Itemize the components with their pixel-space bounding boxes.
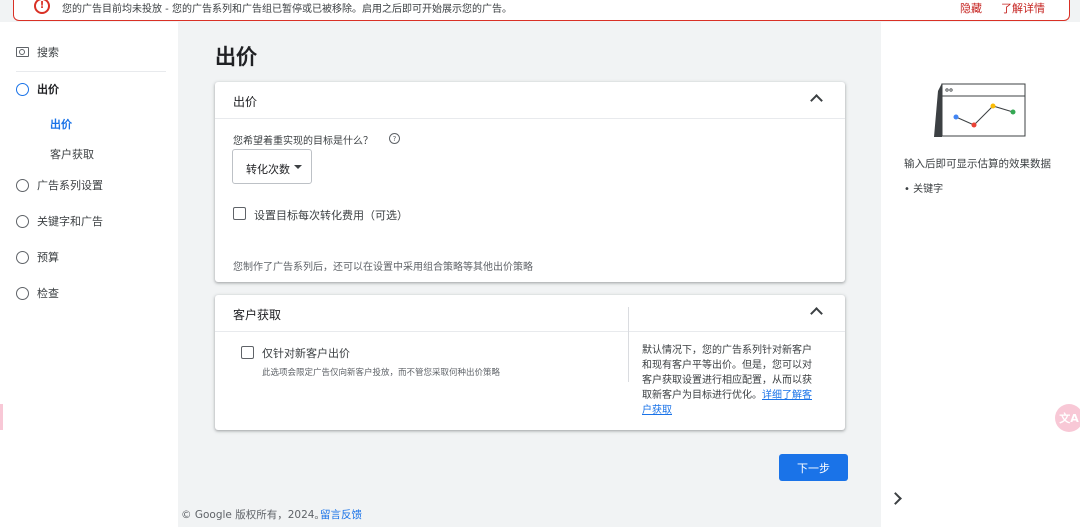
side-handle[interactable] (0, 404, 3, 430)
chart-illustration-icon (934, 83, 1026, 137)
step-circle-icon (16, 250, 29, 264)
chevron-up-icon[interactable] (810, 307, 823, 320)
chevron-right-icon[interactable] (889, 492, 902, 505)
dropdown-caret-icon (294, 165, 302, 169)
sidebar-item-bidding[interactable]: 出价 (0, 74, 178, 104)
footer-copyright: © Google 版权所有，2024。 (181, 509, 325, 521)
target-cpa-checkbox[interactable] (233, 207, 246, 220)
sidebar-item-keywords-ads[interactable]: 关键字和广告 (0, 206, 178, 236)
step-circle-icon (16, 178, 29, 192)
page-title: 出价 (215, 45, 257, 69)
sidebar-item-label: 检查 (37, 287, 59, 300)
search-icon (16, 47, 29, 57)
sidebar: 搜索 出价 出价 客户获取 广告系列设置 关键字和广告 预算 检查 (0, 22, 178, 527)
sidebar-item-label: 广告系列设置 (37, 179, 103, 192)
divider (628, 307, 629, 382)
sidebar-item-label: 出价 (37, 83, 59, 96)
sidebar-subitem-acquisition[interactable]: 客户获取 (50, 146, 94, 162)
translate-button[interactable]: 文A (1055, 404, 1080, 432)
sidebar-subitem-bidding[interactable]: 出价 (50, 116, 72, 132)
feedback-link[interactable]: 留言反馈 (320, 507, 362, 522)
sidebar-item-search[interactable]: 搜索 (0, 37, 178, 67)
estimate-bullet: • 关键字 (904, 184, 944, 195)
bidding-card: 出价 您希望着重实现的目标是什么？ ? 转化次数 设置目标每次转化费用（可选） … (215, 82, 845, 282)
sidebar-item-label: 搜索 (37, 46, 59, 59)
alert-text: 您的广告目前均未投放 - 您的广告系列和广告组已暂停或已被移除。启用之后即可开始… (62, 4, 512, 15)
acquisition-card: 客户获取 仅针对新客户出价 此选项会限定广告仅向新客户投放，而不管您采取何种出价… (215, 295, 845, 430)
sidebar-item-review[interactable]: 检查 (0, 278, 178, 308)
alert-banner: ! 您的广告目前均未投放 - 您的广告系列和广告组已暂停或已被移除。启用之后即可… (13, 0, 1070, 21)
new-customers-note: 此选项会限定广告仅向新客户投放，而不管您采取何种出价策略 (262, 368, 501, 378)
goal-select[interactable]: 转化次数 (232, 149, 312, 184)
step-circle-icon (16, 286, 29, 300)
new-customers-checkbox[interactable] (241, 346, 254, 359)
error-icon: ! (34, 0, 50, 14)
sidebar-divider (16, 71, 166, 72)
bidding-card-header[interactable]: 出价 (215, 82, 845, 119)
estimate-description: 输入后即可显示估算的效果数据 (904, 158, 1051, 170)
step-circle-icon (16, 214, 29, 228)
next-button[interactable]: 下一步 (779, 454, 848, 481)
alert-learn-more-link[interactable]: 了解详情 (1001, 0, 1045, 16)
right-panel: 输入后即可显示估算的效果数据 • 关键字 (881, 22, 1080, 527)
new-customers-label: 仅针对新客户出价 (262, 347, 350, 360)
card-title: 客户获取 (233, 308, 282, 322)
acquisition-info: 默认情况下，您的广告系列针对新客户和现有客户平等出价。但是，您可以对客户获取设置… (642, 343, 817, 418)
help-icon[interactable]: ? (389, 133, 400, 144)
chevron-up-icon[interactable] (810, 94, 823, 107)
acquisition-card-header[interactable]: 客户获取 (215, 295, 845, 332)
goal-select-value: 转化次数 (246, 163, 290, 176)
goal-question-label: 您希望着重实现的目标是什么？ (233, 136, 373, 147)
bidding-note: 您制作了广告系列后，还可以在设置中采用组合策略等其他出价策略 (233, 262, 533, 273)
step-circle-icon (16, 82, 29, 96)
sidebar-item-budget[interactable]: 预算 (0, 242, 178, 272)
target-cpa-label: 设置目标每次转化费用（可选） (254, 209, 408, 222)
sidebar-item-label: 关键字和广告 (37, 215, 103, 228)
alert-hide-link[interactable]: 隐藏 (960, 0, 982, 16)
sidebar-item-label: 预算 (37, 251, 59, 264)
sidebar-item-campaign-settings[interactable]: 广告系列设置 (0, 170, 178, 200)
card-title: 出价 (233, 95, 258, 109)
